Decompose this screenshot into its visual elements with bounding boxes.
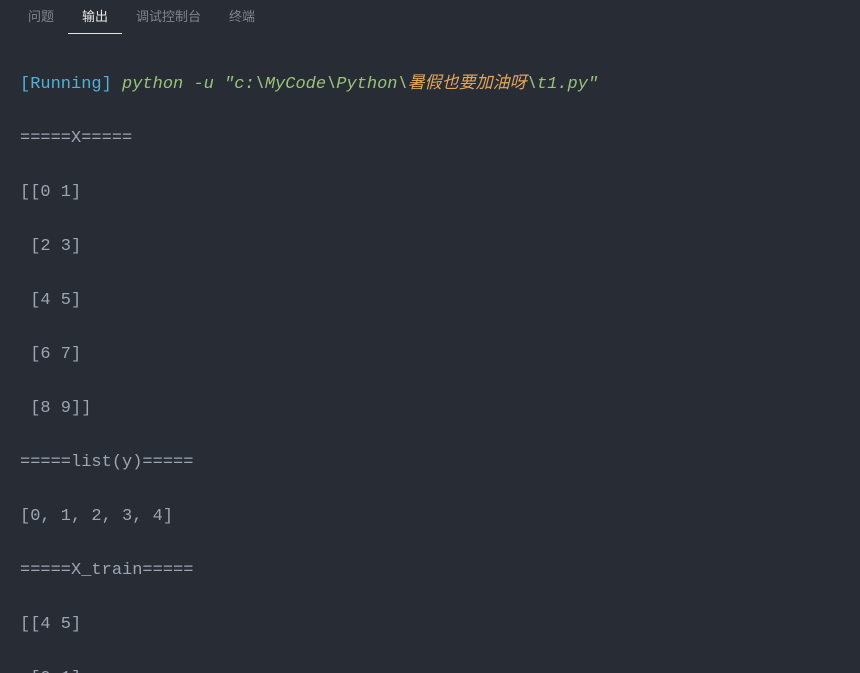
output-line: =====X_train===== [20, 557, 850, 584]
output-line: [[0 1] [20, 179, 850, 206]
tab-output[interactable]: 输出 [68, 0, 122, 34]
output-line: =====X===== [20, 125, 850, 152]
panel-tabs: 问题 输出 调试控制台 终端 [0, 0, 860, 34]
output-line: [0, 1, 2, 3, 4] [20, 503, 850, 530]
output-line: [0 1] [20, 665, 850, 673]
output-line: [6 7] [20, 341, 850, 368]
running-line: [Running] python -u "c:\MyCode\Python\暑假… [20, 71, 850, 98]
command-prefix: python -u "c:\MyCode\Python\ [112, 75, 408, 94]
command-suffix: \t1.py" [527, 75, 598, 94]
tab-terminal[interactable]: 终端 [215, 0, 269, 34]
tab-debug-console[interactable]: 调试控制台 [122, 0, 215, 34]
output-line: [4 5] [20, 287, 850, 314]
output-line: [8 9]] [20, 395, 850, 422]
output-line: =====list(y)===== [20, 449, 850, 476]
output-line: [[4 5] [20, 611, 850, 638]
running-tag: [Running] [20, 75, 112, 94]
command-cn-folder: 暑假也要加油呀 [408, 75, 527, 94]
tab-problems[interactable]: 问题 [14, 0, 68, 34]
output-line: [2 3] [20, 233, 850, 260]
output-panel: [Running] python -u "c:\MyCode\Python\暑假… [0, 34, 860, 673]
